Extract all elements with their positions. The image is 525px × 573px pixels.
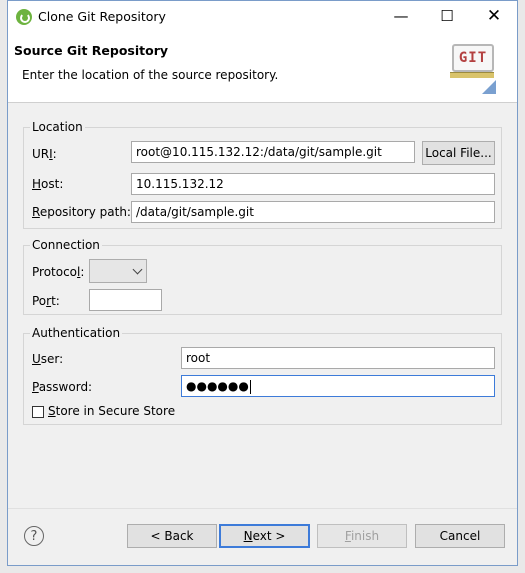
chevron-down-icon (132, 264, 143, 275)
wizard-header: Source Git Repository Enter the location… (8, 32, 517, 103)
secure-store-label[interactable]: Store in Secure Store (48, 404, 175, 418)
git-logo-text: GIT (452, 44, 494, 72)
host-label: Host: (32, 177, 64, 191)
port-input[interactable] (89, 289, 162, 311)
spring-app-icon (16, 9, 32, 25)
uri-input[interactable]: root@10.115.132.12:/data/git/sample.git (131, 141, 415, 163)
close-button[interactable]: ✕ (471, 1, 517, 32)
location-legend: Location (30, 120, 85, 134)
connection-legend: Connection (30, 238, 102, 252)
password-mask: ●●●●●● (186, 379, 249, 393)
help-icon[interactable]: ? (24, 526, 44, 546)
page-description: Enter the location of the source reposit… (22, 68, 279, 82)
port-label: Port: (32, 294, 60, 308)
next-button[interactable]: Next > (219, 524, 310, 548)
uri-label: URI: (32, 147, 57, 161)
window-title: Clone Git Repository (38, 9, 166, 24)
local-file-button[interactable]: Local File... (422, 141, 495, 165)
location-group: Location URI: root@10.115.132.12:/data/g… (23, 120, 502, 229)
cancel-button[interactable]: Cancel (415, 524, 505, 548)
secure-store-checkbox[interactable] (32, 406, 44, 418)
authentication-legend: Authentication (30, 326, 123, 340)
user-input[interactable]: root (181, 347, 495, 369)
git-logo-corner (482, 80, 496, 94)
maximize-button[interactable]: ☐ (424, 1, 470, 32)
authentication-group: Authentication User: root Password: ●●●●… (23, 326, 502, 425)
user-label: User: (32, 352, 64, 366)
git-logo-base (450, 72, 494, 78)
git-logo-icon: GIT (450, 42, 496, 94)
protocol-label: Protocol: (32, 265, 85, 279)
repository-path-label: Repository path: (32, 205, 131, 219)
text-caret (249, 379, 251, 394)
repository-path-input[interactable]: /data/git/sample.git (131, 201, 495, 223)
title-bar: Clone Git Repository — ☐ ✕ (8, 1, 517, 32)
protocol-select[interactable] (89, 259, 147, 283)
password-label: Password: (32, 380, 93, 394)
clone-git-dialog: Clone Git Repository — ☐ ✕ Source Git Re… (7, 0, 518, 566)
minimize-button[interactable]: — (378, 1, 424, 32)
footer-separator (8, 508, 517, 509)
back-button[interactable]: < Back (127, 524, 217, 548)
connection-group: Connection Protocol: Port: (23, 238, 502, 315)
host-input[interactable]: 10.115.132.12 (131, 173, 495, 195)
page-title: Source Git Repository (14, 43, 169, 58)
finish-button[interactable]: Finish (317, 524, 407, 548)
password-input[interactable]: ●●●●●● (181, 375, 495, 397)
